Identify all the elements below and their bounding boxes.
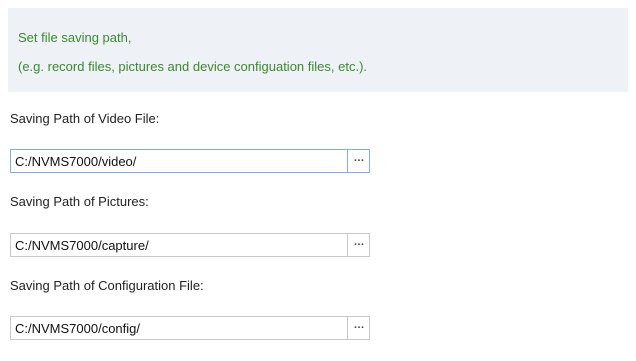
ellipsis-icon: … [353,152,365,164]
ellipsis-icon: … [353,319,365,331]
info-line-2: (e.g. record files, pictures and device … [18,59,368,74]
info-panel: Set file saving path, (e.g. record files… [8,8,628,92]
pictures-path-label: Saving Path of Pictures: [10,194,149,209]
video-path-value[interactable]: C:/NVMS7000/video/ [15,154,136,170]
pictures-path-browse-button[interactable]: … [347,234,369,256]
video-path-label: Saving Path of Video File: [10,111,160,126]
ellipsis-icon: … [353,236,365,248]
video-path-field[interactable]: C:/NVMS7000/video/ … [10,149,370,173]
config-path-value[interactable]: C:/NVMS7000/config/ [15,321,140,337]
pictures-path-value[interactable]: C:/NVMS7000/capture/ [15,238,149,254]
config-path-label: Saving Path of Configuration File: [10,278,204,293]
info-line-1: Set file saving path, [18,30,132,45]
video-path-browse-button[interactable]: … [347,150,369,172]
config-path-browse-button[interactable]: … [347,317,369,339]
file-saving-path-settings: Set file saving path, (e.g. record files… [0,0,636,361]
pictures-path-field[interactable]: C:/NVMS7000/capture/ … [10,233,370,257]
config-path-field[interactable]: C:/NVMS7000/config/ … [10,316,370,340]
